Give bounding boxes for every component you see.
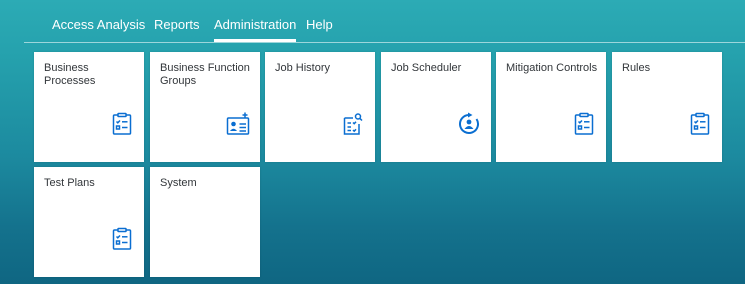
tile-test-plans[interactable]: Test Plans	[34, 167, 144, 277]
user-cycle-icon	[457, 112, 481, 136]
clipboard-checklist-icon	[572, 112, 596, 136]
add-contact-icon	[226, 112, 250, 136]
tile-business-function-groups[interactable]: Business Function Groups	[150, 52, 260, 162]
document-search-icon	[341, 112, 365, 136]
tab-access-analysis[interactable]: Access Analysis	[52, 17, 145, 33]
tab-help[interactable]: Help	[306, 17, 333, 33]
clipboard-checklist-icon	[110, 227, 134, 251]
tile-title: Rules	[622, 62, 651, 74]
tile-business-processes[interactable]: Business Processes	[34, 52, 144, 162]
tile-job-history[interactable]: Job History	[265, 52, 375, 162]
tile-title: Job Scheduler	[391, 62, 462, 74]
tile-title: Business Function Groups	[160, 62, 250, 87]
tab-administration[interactable]: Administration	[214, 17, 297, 42]
clipboard-checklist-icon	[688, 112, 712, 136]
tile-title: Mitigation Controls	[506, 62, 598, 74]
tile-title: Business Processes	[44, 62, 96, 87]
top-navigation-bar: Access Analysis Reports Administration H…	[24, 0, 745, 43]
clipboard-checklist-icon	[110, 112, 134, 136]
tab-reports[interactable]: Reports	[154, 17, 200, 33]
tile-mitigation-controls[interactable]: Mitigation Controls	[496, 52, 606, 162]
tile-title: Job History	[275, 62, 331, 74]
tile-system[interactable]: System	[150, 167, 260, 277]
tile-title: System	[160, 177, 197, 189]
tile-title: Test Plans	[44, 177, 95, 189]
tile-rules[interactable]: Rules	[612, 52, 722, 162]
tile-job-scheduler[interactable]: Job Scheduler	[381, 52, 491, 162]
